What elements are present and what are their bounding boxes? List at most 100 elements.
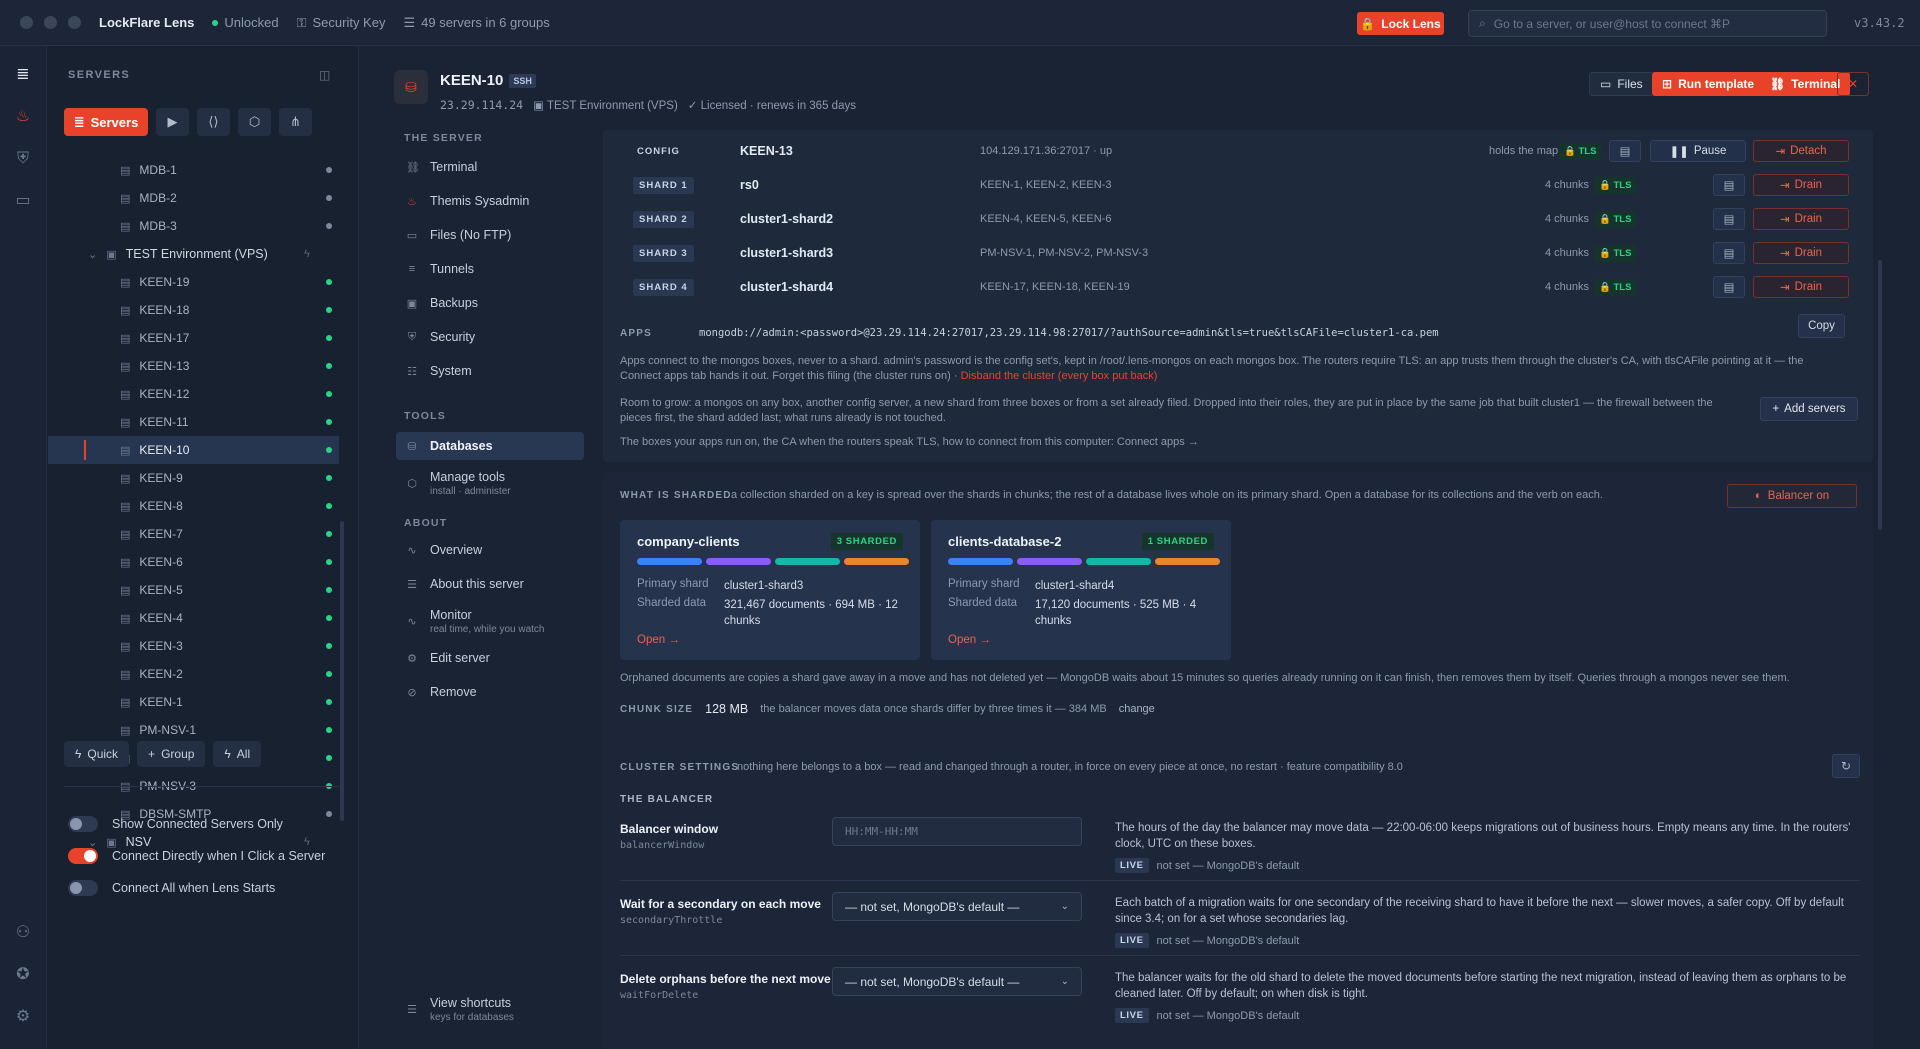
nav-backups[interactable]: ▣ Backups (396, 290, 584, 316)
nav-files-no-ftp[interactable]: ▭ Files (No FTP) (396, 222, 584, 248)
shard-docs-button[interactable]: ▤ (1713, 276, 1745, 298)
refresh-button[interactable]: ↻ (1832, 754, 1860, 778)
sidebar-scrollbar[interactable] (340, 521, 344, 821)
open-link[interactable]: Open → (637, 634, 680, 646)
balancer-toggle-button[interactable]: ◐ Balancer on (1727, 484, 1857, 508)
nav-terminal[interactable]: ⛓ Terminal (396, 154, 584, 180)
server-icon: ▤ (120, 612, 131, 625)
drain-button[interactable]: ⇥ Drain (1753, 276, 1849, 298)
window-close-button[interactable] (20, 16, 33, 29)
tree-server-item[interactable]: ▤ KEEN-10 (48, 436, 339, 464)
connect-apps-link[interactable]: The boxes your apps run on, the CA when … (620, 435, 1199, 450)
nav-remove[interactable]: ⊘ Remove (396, 678, 584, 706)
tree-server-item[interactable]: ▤ MDB-1 (48, 156, 339, 184)
window-minimize-button[interactable] (44, 16, 57, 29)
collection-card[interactable]: company-clients 3 SHARDED Primary shard clu… (620, 520, 920, 660)
tree-server-item[interactable]: ▤ KEEN-7 (48, 520, 339, 548)
nav-security[interactable]: ⛨ Security (396, 324, 584, 350)
chevron-down-icon[interactable]: ⌄ (88, 836, 97, 849)
drain-button[interactable]: ⇥ Drain (1753, 174, 1849, 196)
drain-button[interactable]: ⇥ Drain (1753, 242, 1849, 264)
toggle-connected-only[interactable]: Show Connected Servers Only (68, 816, 283, 832)
tree-server-item[interactable]: ▤ KEEN-4 (48, 604, 339, 632)
run-template-button[interactable]: ⊞ Run template (1652, 72, 1765, 96)
nav-edit-server[interactable]: ⚙ Edit server (396, 644, 584, 672)
toggle-connect-all[interactable]: Connect All when Lens Starts (68, 880, 275, 896)
shard-docs-button[interactable]: ▤ (1713, 208, 1745, 230)
search-input[interactable]: ⌕ Go to a server, or user@host to connect… (1468, 10, 1827, 37)
add-group-button[interactable]: + Group (137, 741, 206, 767)
tree-server-item[interactable]: ▤ MDB-2 (48, 184, 339, 212)
shard-docs-button[interactable]: ▤ (1713, 174, 1745, 196)
files-button[interactable]: ▭ Files (1589, 72, 1654, 96)
add-servers-button[interactable]: + Add servers (1760, 397, 1858, 421)
tab-network[interactable]: ⋔ (279, 108, 312, 136)
tree-server-item[interactable]: ▤ KEEN-11 (48, 408, 339, 436)
tree-server-item[interactable]: ▤ KEEN-2 (48, 660, 339, 688)
tree-server-item[interactable]: ▤ MDB-3 (48, 212, 339, 240)
tree-server-item[interactable]: ▤ PM-NSV-1 (48, 716, 339, 744)
detach-button[interactable]: ⇥ Detach (1753, 140, 1849, 162)
disband-link[interactable]: Disband the cluster (every box put back) (961, 370, 1158, 382)
toggle-connect-directly[interactable]: Connect Directly when I Click a Server (68, 848, 325, 864)
tree-server-item[interactable]: ▤ KEEN-12 (48, 380, 339, 408)
nav-overview[interactable]: ∿ Overview (396, 536, 584, 564)
tree-server-item[interactable]: ▤ KEEN-13 (48, 352, 339, 380)
badge-rail-icon[interactable]: ✪ (14, 966, 32, 984)
open-link[interactable]: Open → (948, 634, 991, 646)
shard-docs-button[interactable]: ▤ (1713, 242, 1745, 264)
nav-system[interactable]: ☷ System (396, 358, 584, 384)
nav-manage-tools[interactable]: ⬡ Manage tools install · administer (396, 466, 584, 500)
setting-select[interactable]: — not set, MongoDB's default — ⌄ (832, 967, 1082, 996)
pause-button[interactable]: ❚❚ Pause (1650, 140, 1746, 162)
folder-rail-icon[interactable]: ▭ (14, 192, 32, 210)
nav-monitor[interactable]: ∿ Monitor real time, while you watch (396, 604, 584, 638)
shield-rail-icon[interactable]: ⛨ (14, 150, 32, 168)
shard-docs-button[interactable]: ▤ (1609, 140, 1641, 162)
gear-rail-icon[interactable]: ⚙ (14, 1008, 32, 1026)
nav-themis-sysadmin[interactable]: ♨ Themis Sysadmin (396, 188, 584, 214)
tree-server-item[interactable]: ▤ KEEN-1 (48, 688, 339, 716)
nav-about-server[interactable]: ☰ About this server (396, 570, 584, 598)
setting-select[interactable]: — not set, MongoDB's default — ⌄ (832, 892, 1082, 921)
chevron-down-icon[interactable]: ⌄ (88, 248, 97, 261)
servers-rail-icon[interactable]: ≣ (14, 66, 32, 84)
connect-all-button[interactable]: ϟ All (213, 741, 262, 767)
chunk-size-change-link[interactable]: change (1119, 703, 1155, 715)
toggle-switch[interactable] (68, 816, 98, 832)
tree-server-item[interactable]: ▤ KEEN-19 (48, 268, 339, 296)
tree-server-item[interactable]: ▤ KEEN-9 (48, 464, 339, 492)
tab-package[interactable]: ⬡ (238, 108, 271, 136)
users-rail-icon[interactable]: ⚇ (14, 924, 32, 942)
toggle-switch[interactable] (68, 848, 98, 864)
server-icon: ▤ (120, 444, 131, 457)
bolt-icon[interactable]: ϟ (304, 248, 310, 260)
tab-code[interactable]: ⟨⟩ (197, 108, 230, 136)
quick-button[interactable]: ϟ Quick (64, 741, 130, 767)
bolt-icon[interactable]: ϟ (304, 836, 310, 848)
drain-button[interactable]: ⇥ Drain (1753, 208, 1849, 230)
tree-server-item[interactable]: ▤ KEEN-18 (48, 296, 339, 324)
collection-card[interactable]: clients-database-2 1 SHARDED Primary shard… (931, 520, 1231, 660)
security-key[interactable]: ⚿ Security Key (297, 15, 386, 31)
tree-server-item[interactable]: ▤ KEEN-5 (48, 576, 339, 604)
close-server-button[interactable]: ✕ (1837, 72, 1869, 96)
nav-databases[interactable]: ⛁ Databases (396, 432, 584, 460)
content-scrollbar[interactable] (1878, 260, 1882, 530)
nav-view-shortcuts[interactable]: ☰ View shortcuts keys for databases (396, 992, 584, 1026)
copy-button[interactable]: Copy (1798, 314, 1845, 338)
tree-server-item[interactable]: ▤ KEEN-6 (48, 548, 339, 576)
flame-rail-icon[interactable]: ♨ (14, 108, 32, 126)
sidebar-collapse-icon[interactable]: ◫ (319, 68, 330, 82)
tree-server-item[interactable]: ▤ KEEN-3 (48, 632, 339, 660)
tab-play[interactable]: ▶ (156, 108, 189, 136)
tab-servers[interactable]: ≣ Servers (64, 108, 148, 136)
tree-server-item[interactable]: ▤ KEEN-17 (48, 324, 339, 352)
tree-group[interactable]: ⌄ ▣ TEST Environment (VPS) ϟ (48, 240, 339, 268)
nav-tunnels[interactable]: ≡ Tunnels (396, 256, 584, 282)
toggle-switch[interactable] (68, 880, 98, 896)
tree-server-item[interactable]: ▤ KEEN-8 (48, 492, 339, 520)
window-zoom-button[interactable] (68, 16, 81, 29)
lock-lens-button[interactable]: 🔒 Lock Lens (1357, 12, 1444, 35)
balancer-window-input[interactable]: HH:MM-HH:MM (832, 817, 1082, 846)
